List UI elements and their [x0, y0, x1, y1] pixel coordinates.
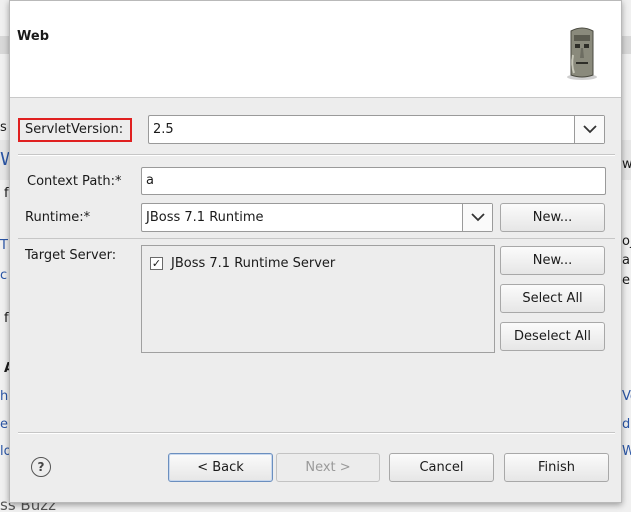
deselect-all-button[interactable]: Deselect All	[500, 322, 605, 351]
separator	[18, 155, 615, 156]
servlet-version-label-text: ServletVersion:	[25, 122, 124, 137]
context-path-label: Context Path:*	[27, 174, 122, 189]
background-text: en	[622, 273, 631, 288]
background-text: an	[622, 253, 631, 268]
background-text: oj	[622, 234, 631, 249]
background-text: f	[4, 186, 9, 201]
target-server-new-button[interactable]: New...	[500, 246, 605, 275]
help-icon[interactable]: ?	[31, 457, 51, 477]
next-button[interactable]: Next >	[276, 453, 380, 482]
target-server-checkbox[interactable]: ✓	[150, 257, 163, 270]
background-text: f	[4, 311, 9, 326]
background-link[interactable]: T	[0, 238, 8, 253]
cancel-button[interactable]: Cancel	[389, 453, 494, 482]
background-link[interactable]: h	[0, 389, 8, 404]
runtime-value: JBoss 7.1 Runtime	[146, 210, 264, 225]
banner-title: Web	[17, 29, 49, 44]
web-wizard-dialog: Web ServletVersion: 2.5 Context Path:* a…	[9, 0, 622, 503]
target-server-list[interactable]: ✓ JBoss 7.1 Runtime Server	[141, 245, 495, 353]
servlet-version-value: 2.5	[153, 122, 174, 137]
moai-statue-icon	[567, 27, 597, 80]
background-text: w	[622, 157, 631, 172]
servlet-version-combo[interactable]: 2.5	[148, 115, 605, 144]
background-link[interactable]: Vo	[622, 389, 631, 404]
runtime-combo[interactable]: JBoss 7.1 Runtime	[141, 203, 493, 232]
finish-button[interactable]: Finish	[504, 453, 609, 482]
runtime-new-button[interactable]: New...	[500, 203, 605, 232]
wizard-banner: Web	[10, 1, 621, 98]
separator	[18, 238, 615, 239]
context-path-value: a	[146, 173, 154, 188]
target-server-item-label: JBoss 7.1 Runtime Server	[171, 256, 336, 271]
back-button[interactable]: < Back	[168, 453, 273, 482]
select-all-button[interactable]: Select All	[500, 284, 605, 313]
background-link[interactable]: e	[0, 417, 8, 432]
context-path-input[interactable]: a	[141, 167, 606, 195]
runtime-label: Runtime:*	[25, 210, 91, 225]
target-server-label: Target Server:	[25, 248, 117, 263]
servlet-version-label: ServletVersion:	[18, 118, 132, 142]
background-link[interactable]: d	[622, 417, 630, 432]
background-link[interactable]: W	[622, 444, 631, 459]
separator	[18, 433, 615, 434]
background-link[interactable]: c	[0, 268, 7, 283]
chevron-down-icon[interactable]	[574, 116, 604, 143]
list-item[interactable]: ✓ JBoss 7.1 Runtime Server	[150, 256, 335, 271]
chevron-down-icon[interactable]	[462, 204, 492, 231]
background-text: s	[0, 120, 7, 135]
